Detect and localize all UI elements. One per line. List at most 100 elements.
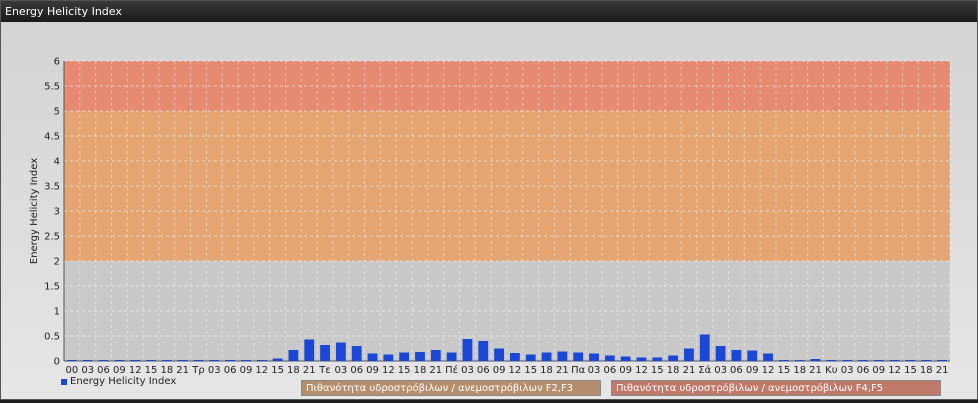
y-tick-label: 0.5 — [44, 332, 60, 343]
window-title: Energy Helicity Index — [1, 1, 977, 22]
bar — [921, 360, 932, 361]
x-tick-label: 12 — [382, 365, 395, 376]
x-tick-label: 18 — [920, 365, 933, 376]
x-tick-label: 18 — [160, 365, 173, 376]
bar — [193, 360, 204, 361]
bar — [826, 360, 837, 361]
bar — [589, 353, 599, 361]
y-axis-title: Energy Helicity Index — [29, 158, 40, 264]
bar — [478, 341, 489, 361]
x-tick-label: 12 — [888, 365, 901, 376]
bar — [668, 355, 679, 361]
x-tick-label: 09 — [240, 365, 253, 376]
bar — [905, 360, 916, 361]
x-tick-label: 09 — [619, 365, 632, 376]
bar — [715, 346, 726, 361]
x-tick-label: 06 — [350, 365, 363, 376]
x-tick-label: 09 — [872, 365, 885, 376]
x-tick-label: 03 — [841, 365, 854, 376]
x-tick-label: 03 — [588, 365, 601, 376]
bar — [82, 360, 93, 361]
legend-label: Energy Helicity Index — [70, 376, 177, 387]
y-tick-label: 6 — [54, 57, 60, 68]
bar — [146, 360, 156, 361]
x-tick-label: 12 — [762, 365, 775, 376]
x-tick-label: 15 — [651, 365, 664, 376]
x-tick-label: 15 — [778, 365, 791, 376]
x-tick-label: 18 — [793, 365, 806, 376]
y-tick-label: 1 — [54, 307, 60, 318]
x-tick-label: 06 — [477, 365, 490, 376]
bar — [272, 358, 283, 361]
y-tick-label: 2 — [54, 257, 60, 268]
bar — [335, 342, 346, 361]
bar — [446, 352, 457, 361]
ehi-bar-chart: 00.511.522.533.544.555.5600 03 06 09 12 15 18 2… — [29, 57, 951, 376]
x-tick-label: 18 — [667, 365, 680, 376]
bar — [114, 360, 125, 361]
bar — [763, 353, 773, 361]
bar — [794, 360, 805, 361]
x-tick-label: 03 — [208, 365, 221, 376]
y-tick-label: 5.5 — [44, 82, 60, 93]
x-tick-label: 18 — [540, 365, 553, 376]
bar — [320, 345, 330, 361]
bar — [937, 360, 947, 361]
bar — [98, 360, 109, 361]
x-tick-label: 03 — [335, 365, 348, 376]
x-tick-label: 18 — [287, 365, 300, 376]
y-tick-label: 0 — [54, 357, 60, 368]
bar — [541, 352, 552, 361]
bar — [557, 351, 568, 361]
x-tick-label: 03 — [714, 365, 727, 376]
bar — [225, 360, 236, 361]
bar — [288, 350, 299, 361]
x-tick-label: 21 — [556, 365, 569, 376]
y-tick-label: 5 — [54, 107, 60, 118]
bar — [620, 356, 631, 361]
bar — [731, 350, 742, 361]
x-tick-label: 21 — [683, 365, 696, 376]
x-tick-label: 06 — [224, 365, 237, 376]
x-tick-label: 21 — [303, 365, 316, 376]
x-tick-label: 21 — [429, 365, 442, 376]
bar — [699, 334, 710, 361]
bar — [399, 352, 410, 361]
y-tick-label: 1.5 — [44, 282, 60, 293]
x-tick-label: Τε — [318, 365, 331, 376]
bar — [525, 354, 536, 361]
x-tick-label: 06 — [857, 365, 870, 376]
x-tick-label: 15 — [524, 365, 537, 376]
bar — [510, 353, 520, 361]
x-tick-label: 15 — [145, 365, 158, 376]
bar — [573, 352, 584, 361]
bar — [684, 348, 694, 361]
bar — [256, 360, 267, 361]
x-tick-label: 15 — [398, 365, 411, 376]
x-tick-label: Πα — [571, 365, 586, 376]
chart-legend[interactable]: Energy Helicity Index — [61, 376, 176, 387]
bar — [209, 360, 220, 361]
bar — [873, 360, 884, 361]
bar — [462, 339, 473, 361]
bar — [415, 352, 425, 361]
bar — [130, 360, 141, 361]
x-tick-label: 03 — [81, 365, 94, 376]
x-tick-label: 21 — [809, 365, 822, 376]
x-tick-label: 06 — [603, 365, 616, 376]
x-tick-label: Σά — [698, 364, 711, 376]
y-tick-label: 4.5 — [44, 132, 60, 143]
y-tick-label: 4 — [54, 157, 60, 168]
bar — [430, 350, 441, 361]
x-tick-label: 09 — [746, 365, 759, 376]
bar — [367, 353, 378, 361]
x-tick-label: 15 — [271, 365, 284, 376]
x-tick-label: 21 — [176, 365, 189, 376]
bar — [842, 360, 853, 361]
bar — [241, 360, 251, 361]
x-tick-label: Κυ — [825, 365, 838, 376]
bar — [383, 354, 394, 361]
bar — [604, 355, 615, 361]
x-tick-label: 12 — [255, 365, 268, 376]
x-tick-label: 18 — [414, 365, 427, 376]
